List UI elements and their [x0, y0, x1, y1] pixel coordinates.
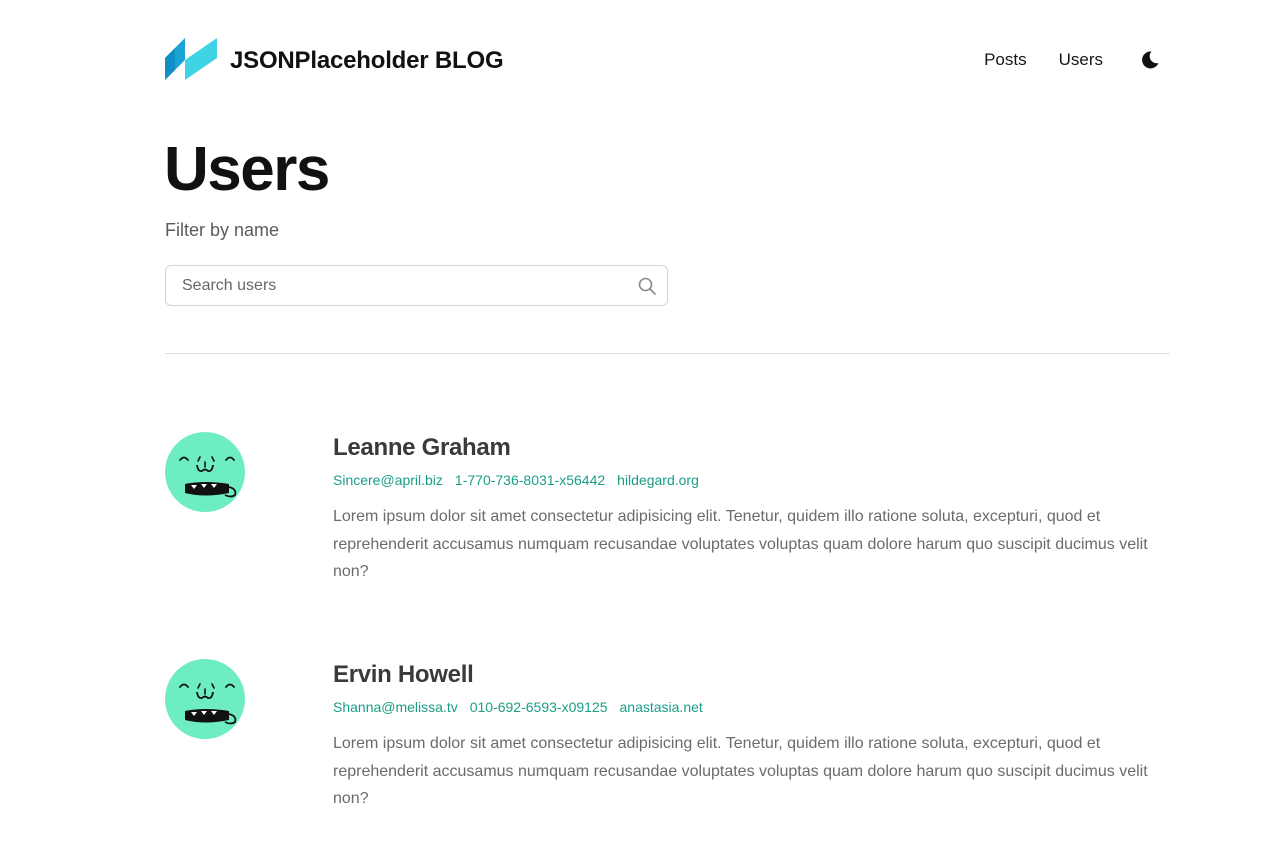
page-title: Users	[164, 135, 330, 204]
avatar[interactable]	[165, 432, 245, 512]
user-info: Ervin Howell Shanna@melissa.tv 010-692-6…	[333, 659, 1170, 813]
user-info: Leanne Graham Sincere@april.biz 1-770-73…	[333, 432, 1170, 586]
site-title[interactable]: JSONPlaceholder BLOG	[230, 47, 504, 75]
user-email-link[interactable]: Sincere@april.biz	[333, 472, 443, 488]
user-email-link[interactable]: Shanna@melissa.tv	[333, 699, 458, 715]
contact-row: Shanna@melissa.tv 010-692-6593-x09125 an…	[333, 697, 1170, 717]
user-website-link[interactable]: anastasia.net	[620, 699, 703, 715]
user-card: Leanne Graham Sincere@april.biz 1-770-73…	[165, 432, 1170, 592]
contact-row: Sincere@april.biz 1-770-736-8031-x56442 …	[333, 470, 1170, 490]
main-nav: Posts Users	[984, 46, 1170, 74]
avatar[interactable]	[165, 659, 245, 739]
user-card: Ervin Howell Shanna@melissa.tv 010-692-6…	[165, 659, 1170, 819]
user-website-link[interactable]: hildegard.org	[617, 472, 699, 488]
user-name[interactable]: Ervin Howell	[333, 659, 1170, 691]
theme-toggle-button[interactable]	[1135, 46, 1165, 74]
moon-icon	[1142, 51, 1159, 69]
user-phone-link[interactable]: 010-692-6593-x09125	[470, 699, 608, 715]
search-box	[165, 265, 668, 306]
site-header: JSONPlaceholder BLOG Posts Users	[165, 36, 1170, 84]
filter-label: Filter by name	[165, 220, 280, 240]
user-phone-link[interactable]: 1-770-736-8031-x56442	[455, 472, 605, 488]
nav-link-users[interactable]: Users	[1059, 50, 1103, 70]
logo-icon[interactable]	[165, 38, 217, 80]
nav-link-posts[interactable]: Posts	[984, 50, 1027, 70]
divider	[165, 353, 1170, 354]
search-input[interactable]	[166, 266, 667, 305]
search-icon[interactable]	[637, 276, 657, 296]
user-name[interactable]: Leanne Graham	[333, 432, 1170, 464]
user-bio: Lorem ipsum dolor sit amet consectetur a…	[333, 735, 1148, 807]
user-bio: Lorem ipsum dolor sit amet consectetur a…	[333, 508, 1148, 580]
